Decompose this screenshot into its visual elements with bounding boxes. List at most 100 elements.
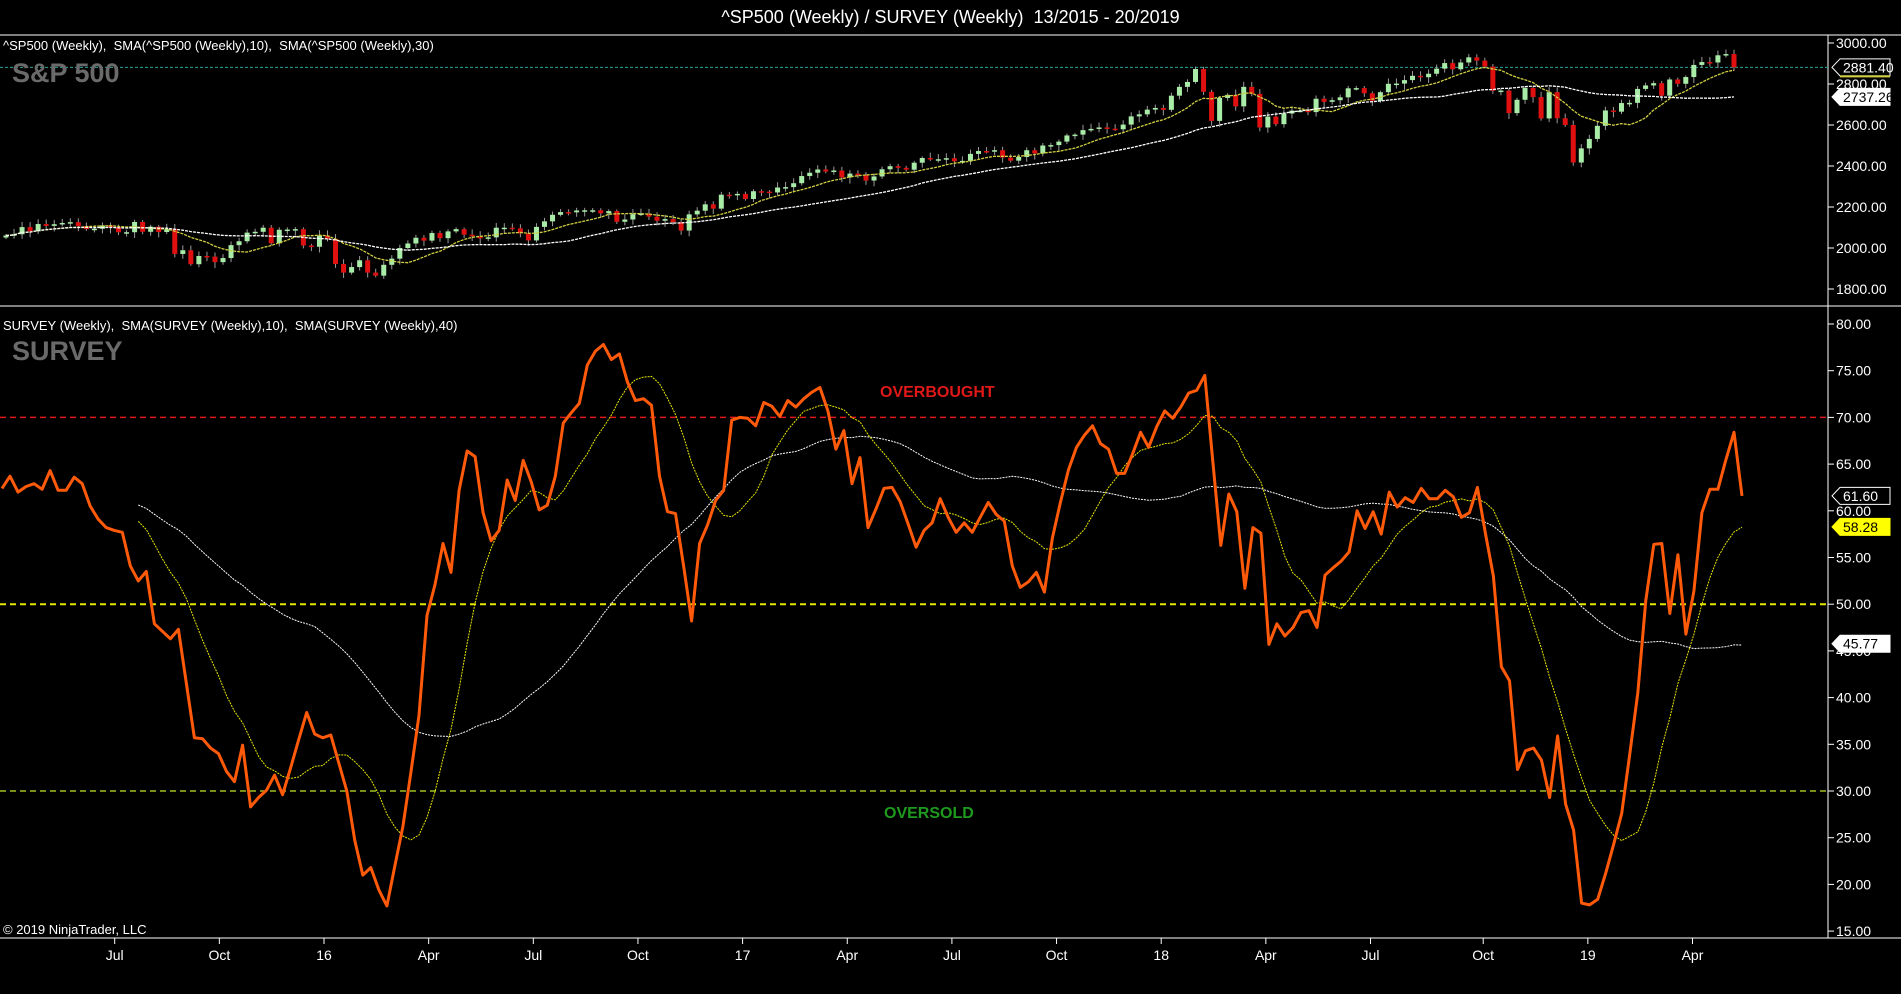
candle-body	[1241, 86, 1247, 107]
candle-body	[1627, 102, 1633, 105]
candle-body	[734, 193, 740, 196]
candle-body	[1201, 69, 1207, 92]
candle-body	[984, 151, 990, 153]
candle-body	[1723, 54, 1729, 56]
candle-body	[823, 169, 829, 172]
candle-body	[252, 231, 258, 234]
survey-y-tick-label: 75.00	[1836, 363, 1871, 379]
survey-y-tick-label: 65.00	[1836, 456, 1871, 472]
candle-body	[1594, 125, 1600, 139]
candle-body	[1080, 130, 1086, 135]
candle-body	[775, 187, 781, 193]
candle-body	[1514, 99, 1520, 114]
candle-body	[413, 237, 419, 244]
candle-body	[1618, 103, 1624, 112]
survey-sma10-line	[137, 375, 1743, 842]
candle-body	[445, 231, 451, 239]
candle-body	[1490, 66, 1496, 91]
candle-body	[541, 221, 547, 227]
survey-y-tick-label: 60.00	[1836, 503, 1871, 519]
candle-body	[791, 183, 797, 188]
candle-body	[1610, 110, 1616, 112]
candle-body	[124, 232, 130, 234]
candle-body	[1562, 118, 1568, 125]
candle-body	[1498, 90, 1504, 93]
candle-body	[1707, 62, 1713, 64]
survey-y-tick-label: 25.00	[1836, 830, 1871, 846]
candle-body	[316, 235, 322, 247]
candle-body	[726, 194, 732, 197]
survey-y-tick-label: 70.00	[1836, 409, 1871, 425]
candle-body	[1337, 97, 1343, 101]
candle-body	[815, 169, 821, 173]
sp-y-tick-label: 2600.00	[1836, 117, 1887, 133]
candle-body	[1353, 88, 1359, 90]
candle-body	[919, 158, 925, 163]
candle-body	[935, 159, 941, 161]
candle-body	[1393, 83, 1399, 86]
candle-body	[1008, 157, 1014, 161]
candle-body	[59, 222, 65, 225]
candle-body	[1546, 92, 1552, 119]
candle-body	[1578, 148, 1584, 163]
candle-body	[783, 187, 789, 189]
candle-body	[1321, 98, 1327, 102]
survey-line	[0, 343, 1744, 908]
candle-body	[1056, 141, 1062, 146]
sp-sma30-line	[5, 85, 1735, 251]
candle-body	[349, 267, 355, 273]
candle-body	[871, 176, 877, 181]
candle-body	[1329, 100, 1335, 102]
candle-body	[501, 227, 507, 230]
candle-body	[1530, 87, 1536, 98]
candle-body	[654, 216, 660, 221]
candle-body	[196, 255, 202, 265]
candle-body	[461, 229, 467, 235]
candle-body	[1064, 135, 1070, 142]
candle-body	[1176, 86, 1182, 96]
candle-body	[1345, 88, 1351, 98]
candle-body	[1112, 128, 1118, 131]
candle-body	[341, 263, 347, 273]
candle-body	[1442, 63, 1448, 69]
survey-y-tick-label: 80.00	[1836, 316, 1871, 332]
candle-body	[1410, 75, 1416, 81]
candle-body	[1586, 138, 1592, 149]
candle-body	[1731, 54, 1737, 68]
candle-body	[1072, 134, 1078, 137]
candle-body	[204, 255, 210, 258]
candle-body	[333, 238, 339, 264]
candle-body	[710, 204, 716, 209]
candle-body	[1040, 145, 1046, 154]
x-tick-label: Apr	[418, 947, 440, 963]
candle-body	[27, 227, 33, 232]
candle-body	[1474, 57, 1480, 61]
candle-body	[911, 162, 917, 170]
candle-body	[381, 264, 387, 276]
candle-body	[1554, 92, 1560, 119]
candle-body	[758, 191, 764, 193]
candle-body	[1168, 95, 1174, 110]
candle-body	[284, 229, 290, 232]
candle-body	[1675, 79, 1681, 84]
candle-body	[590, 210, 596, 212]
candle-body	[1361, 88, 1367, 94]
candle-body	[1120, 124, 1126, 130]
candle-body	[493, 227, 499, 238]
candle-body	[670, 219, 676, 223]
candle-body	[967, 153, 973, 161]
candle-body	[357, 260, 363, 268]
x-tick-label: Jul	[524, 947, 542, 963]
candle-body	[1715, 55, 1721, 63]
candle-body	[75, 222, 81, 227]
candle-body	[365, 260, 371, 273]
candle-body	[1184, 81, 1190, 87]
candle-body	[1217, 97, 1223, 121]
survey-sma40-last-value: 45.77	[1843, 636, 1878, 652]
candle-body	[373, 272, 379, 276]
candle-body	[172, 229, 178, 254]
candle-body	[1434, 68, 1440, 74]
survey-y-tick-label: 15.00	[1836, 923, 1871, 939]
candle-body	[1257, 93, 1263, 128]
candle-body	[1128, 116, 1134, 125]
